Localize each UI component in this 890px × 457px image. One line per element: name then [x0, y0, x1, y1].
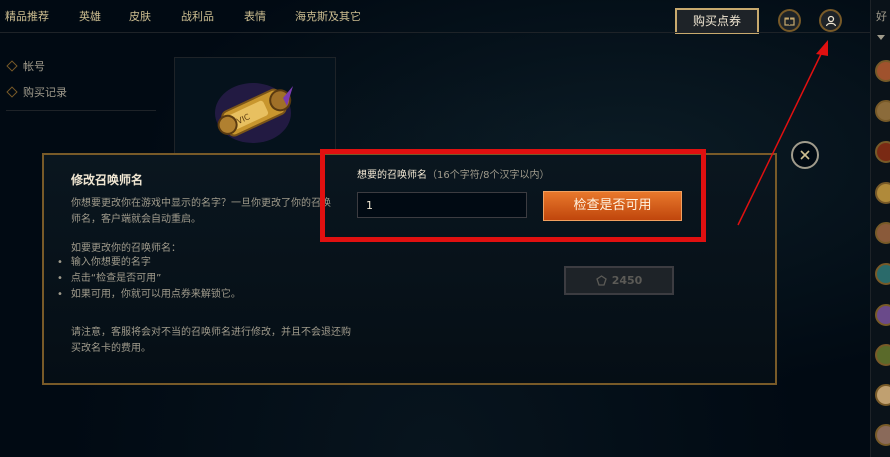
friend-avatar[interactable]	[875, 141, 890, 163]
modal-note: 请注意，客服将会对不当的召唤师名进行修改，并且不会退还购买改名卡的费用。	[71, 327, 351, 354]
diamond-icon	[6, 86, 18, 98]
purchase-price-button[interactable]: 2450	[564, 266, 674, 295]
friends-header: 好	[876, 10, 887, 23]
nav-skins[interactable]: 皮肤	[129, 8, 151, 24]
sidebar-item-label: 帐号	[23, 60, 45, 73]
buy-rp-button[interactable]: 购买点券	[675, 8, 759, 34]
close-button[interactable]	[791, 141, 819, 169]
friend-avatar[interactable]	[875, 384, 890, 406]
list-item: 如果可用，你就可以用点券来解锁它。	[57, 287, 241, 303]
friend-avatar[interactable]	[875, 304, 890, 326]
chevron-down-icon[interactable]	[877, 35, 885, 40]
nav-emotes[interactable]: 表情	[244, 8, 266, 24]
user-icon	[825, 15, 836, 26]
rp-icon	[595, 275, 607, 286]
close-icon	[800, 150, 810, 160]
friend-avatar[interactable]	[875, 100, 890, 122]
friend-avatar[interactable]	[875, 182, 890, 204]
name-change-scroll-icon: VIC	[215, 83, 293, 143]
gift-icon	[784, 17, 795, 26]
friend-avatar[interactable]	[875, 344, 890, 366]
sidebar-item-account[interactable]: 帐号	[6, 58, 45, 74]
sidebar-item-label: 购买记录	[23, 86, 67, 99]
sidebar-divider	[6, 110, 156, 111]
diamond-icon	[6, 60, 18, 72]
nav-champions[interactable]: 英雄	[79, 8, 101, 24]
nav-loot[interactable]: 战利品	[181, 8, 214, 24]
price-value: 2450	[611, 274, 643, 287]
annotation-highlight-box	[320, 149, 706, 242]
list-item: 点击“检查是否可用”	[57, 271, 241, 287]
modal-title: 修改召唤师名	[71, 173, 144, 187]
sidebar-item-purchase-history[interactable]: 购买记录	[6, 84, 67, 100]
friend-avatar[interactable]	[875, 60, 890, 82]
list-item: 输入你想要的名字	[57, 255, 241, 271]
friend-avatar[interactable]	[875, 424, 890, 446]
friend-avatar[interactable]	[875, 263, 890, 285]
modal-description: 你想要更改你在游戏中显示的名字？一旦你更改了你的召唤师名，客户端就会自动重启。	[71, 198, 331, 225]
gift-button[interactable]	[778, 9, 801, 32]
nav-hextech-other[interactable]: 海克斯及其它	[295, 8, 361, 24]
friend-avatar[interactable]	[875, 222, 890, 244]
modal-how-title: 如要更改你的召唤师名：	[71, 243, 181, 254]
nav-divider	[0, 32, 870, 33]
nav-featured[interactable]: 精品推荐	[5, 8, 49, 24]
modal-steps: 输入你想要的名字 点击“检查是否可用” 如果可用，你就可以用点券来解锁它。	[57, 255, 241, 303]
account-button[interactable]	[819, 9, 842, 32]
